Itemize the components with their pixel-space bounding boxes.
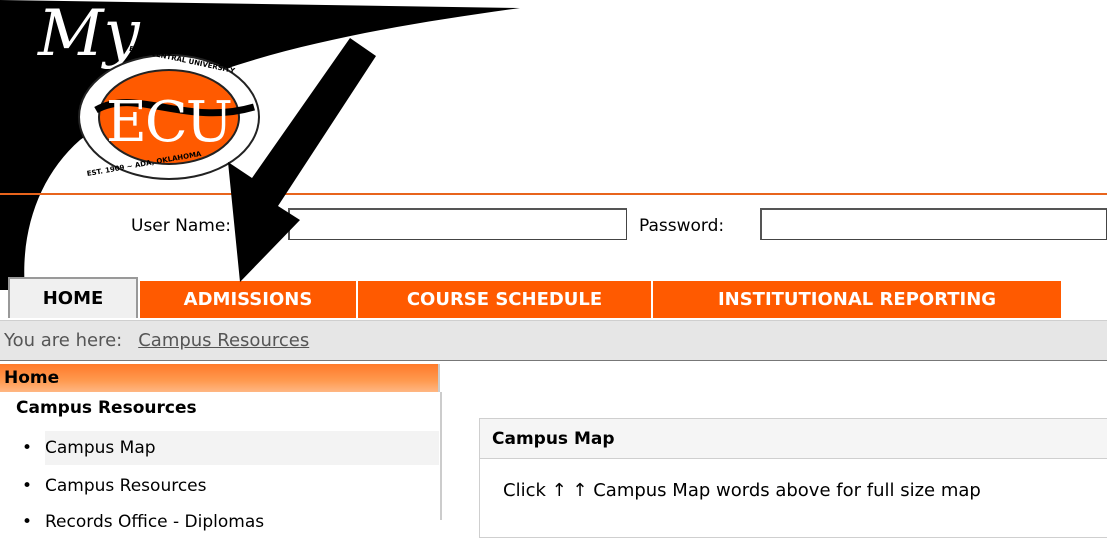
bullet-icon: •	[22, 476, 33, 496]
main-tabs: HOME ADMISSIONS COURSE SCHEDULE INSTITUT…	[0, 277, 1107, 318]
sidebar-divider	[440, 392, 442, 520]
header-divider	[0, 193, 1107, 195]
tab-institutional-reporting[interactable]: INSTITUTIONAL REPORTING	[651, 281, 1061, 318]
content-panel-text: Click ↑ ↑ Campus Map words above for ful…	[503, 480, 981, 501]
breadcrumb-prefix: You are here:	[4, 330, 123, 351]
breadcrumb: You are here: Campus Resources	[0, 320, 1107, 361]
bullet-icon: •	[22, 438, 33, 458]
breadcrumb-current-link[interactable]: Campus Resources	[138, 330, 309, 351]
bullet-icon: •	[22, 512, 33, 532]
sidebar-item-records-office[interactable]: Records Office - Diplomas	[45, 505, 439, 539]
password-field[interactable]	[760, 208, 1107, 240]
arrow-down-left-icon	[228, 38, 376, 282]
tab-home[interactable]: HOME	[8, 277, 138, 318]
sidebar-item-campus-resources[interactable]: Campus Resources	[45, 469, 439, 503]
sidebar-home-link[interactable]: Home	[0, 364, 440, 392]
sidebar-section-heading: Campus Resources	[16, 398, 197, 418]
tab-course-schedule[interactable]: COURSE SCHEDULE	[356, 281, 651, 318]
sidebar-item-campus-map[interactable]: Campus Map	[45, 431, 439, 465]
password-label: Password:	[639, 216, 725, 236]
content-panel-title: Campus Map	[480, 419, 1107, 459]
